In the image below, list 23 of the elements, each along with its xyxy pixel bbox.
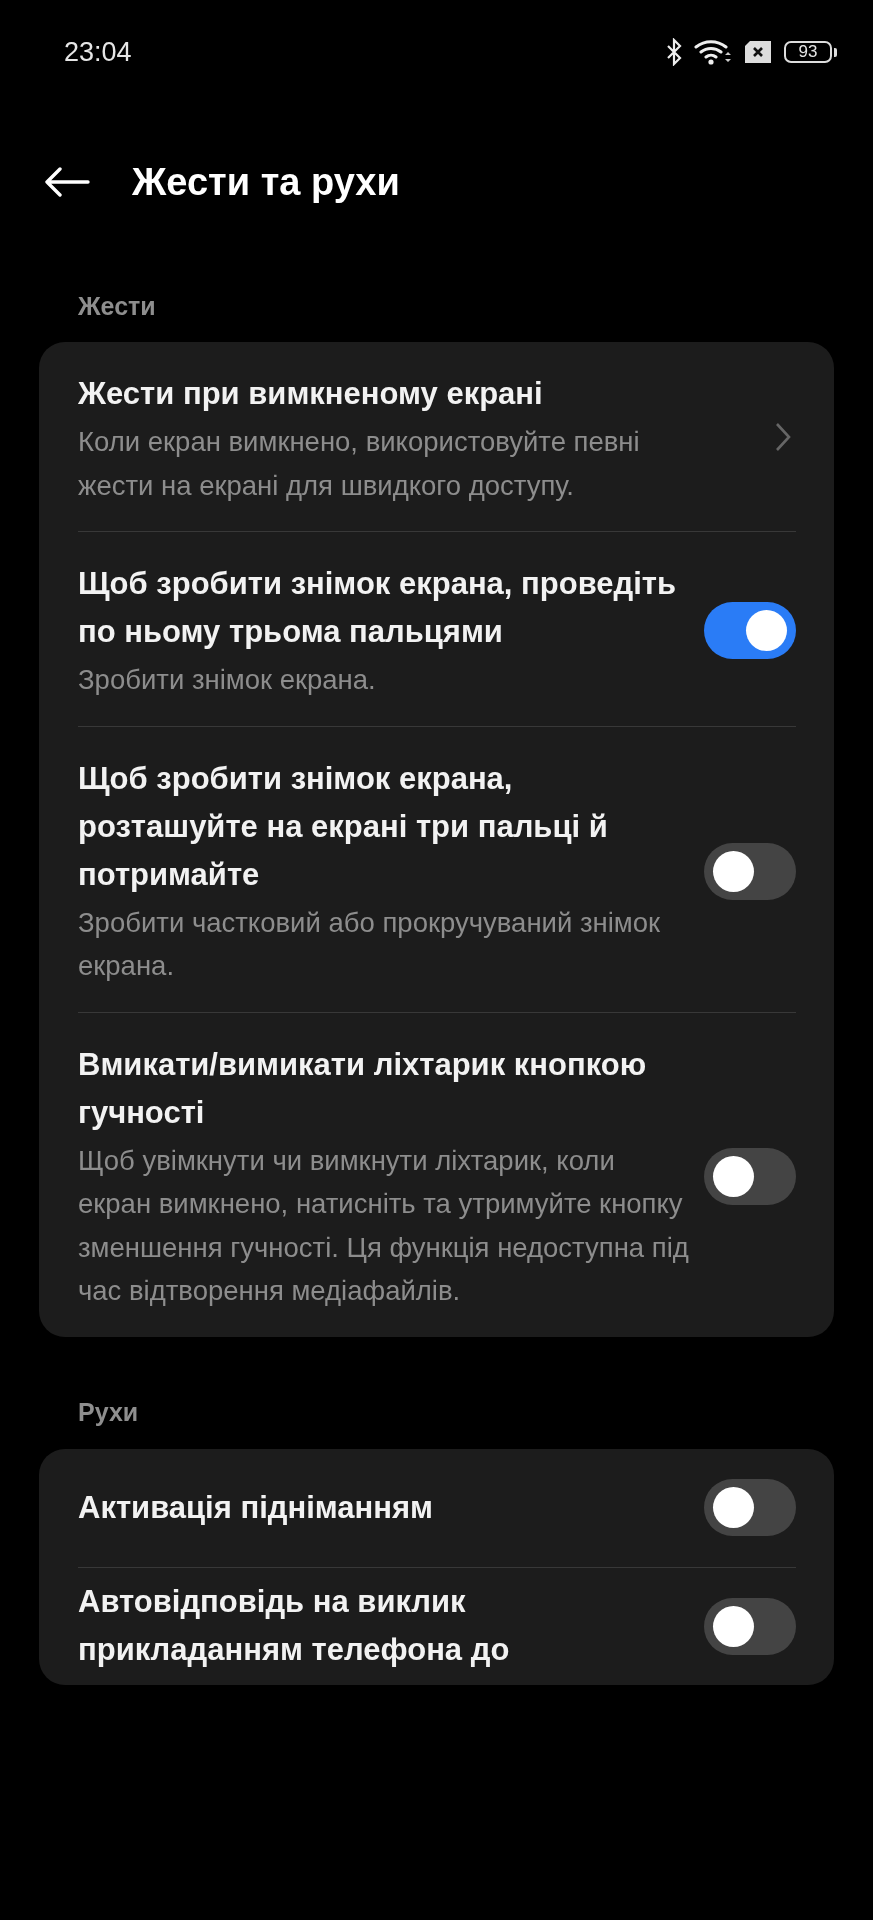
setting-title: Жести при вимкненому екрані bbox=[78, 375, 544, 413]
setting-description: Зробити знімок екрана. bbox=[78, 663, 377, 697]
sim-card-icon bbox=[744, 40, 772, 64]
setting-title: Щоб зробити знімок екрана, розташуйте на екрані три пальці й потримайте bbox=[78, 759, 609, 894]
back-button[interactable] bbox=[44, 167, 90, 197]
setting-description: Щоб увімкнути чи вимкнути ліхтарик, коли екран вимкнено, натисніть та утримуйте кнопку зменшення гучності. Ця функція недоступна під час відтворення медіафайлів. bbox=[78, 1143, 690, 1308]
toggle-switch[interactable] bbox=[704, 1148, 796, 1205]
toggle-switch[interactable] bbox=[704, 1597, 796, 1655]
wifi-icon bbox=[694, 38, 732, 66]
section-header: Жести bbox=[77, 290, 157, 322]
setting-title: Активація підніманням bbox=[78, 1488, 434, 1527]
toggle-switch[interactable] bbox=[704, 842, 796, 900]
setting-title: Щоб зробити знімок екрана, проведіть по ньому трьома пальцями bbox=[78, 565, 678, 651]
setting-description: Коли екран вимкнено, використовуйте певні жести на екрані для швидкого доступу. bbox=[78, 425, 641, 503]
setting-description: Зробити частковий або прокручуваний знімок екрана. bbox=[78, 905, 662, 983]
bluetooth-icon bbox=[666, 38, 682, 66]
section-header: Рухи bbox=[77, 1397, 140, 1428]
clock: 23:04 bbox=[64, 36, 133, 68]
setting-title: Вмикати/вимикати ліхтарик кнопкою гучності bbox=[78, 1045, 648, 1132]
page-title: Жести та рухи bbox=[132, 160, 400, 204]
setting-title: Автовідповідь на виклик прикладанням телефона до bbox=[78, 1583, 511, 1669]
toggle-switch[interactable] bbox=[704, 1479, 796, 1536]
toggle-switch[interactable] bbox=[704, 602, 796, 660]
